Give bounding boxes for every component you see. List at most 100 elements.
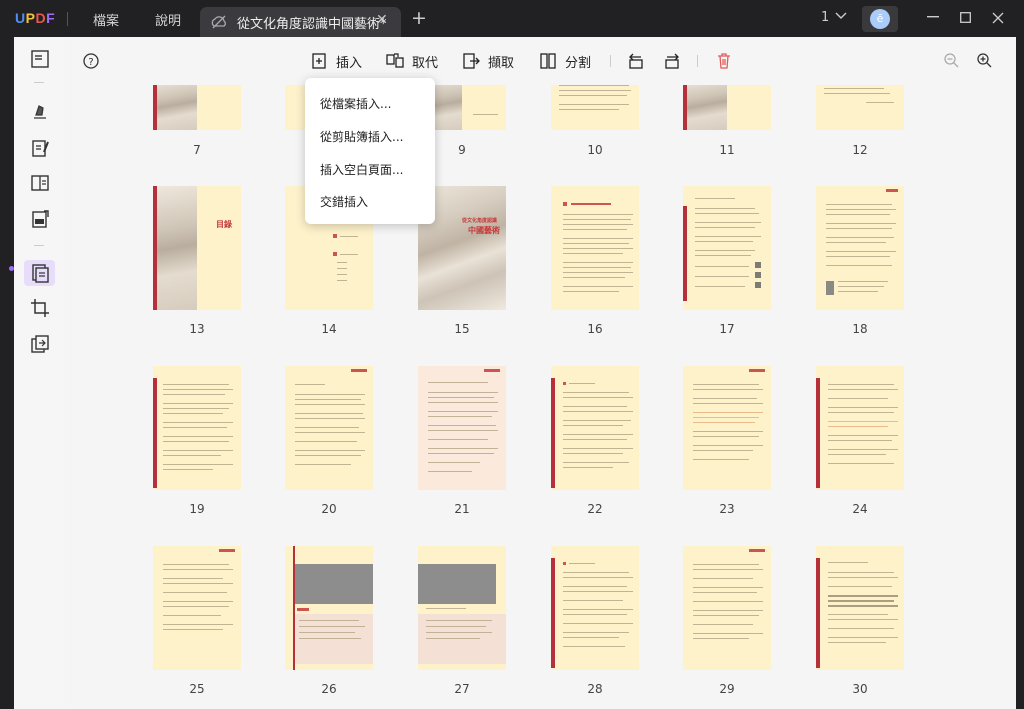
page-number: 11 — [719, 143, 735, 157]
new-tab-button[interactable]: + — [411, 7, 427, 29]
page-number: 23 — [719, 502, 735, 516]
toolbar-divider — [34, 245, 44, 246]
tab-close-icon[interactable]: ✕ — [376, 12, 388, 28]
window-edge — [1016, 37, 1024, 709]
delete-icon[interactable] — [716, 52, 732, 70]
image-placeholder — [295, 564, 373, 604]
help-icon[interactable]: ? — [83, 53, 99, 69]
page-number: 26 — [321, 682, 337, 696]
page-thumbnail[interactable] — [418, 546, 506, 670]
replace-page-icon — [386, 53, 404, 68]
chevron-down-icon — [835, 12, 847, 19]
page-number: 16 — [587, 322, 603, 336]
highlighter-icon[interactable] — [30, 101, 50, 121]
insert-from-clipboard[interactable]: 從剪貼簿插入... — [320, 128, 403, 145]
page-thumbnail[interactable] — [551, 186, 639, 310]
rotate-right-icon[interactable] — [663, 52, 681, 70]
page-number: 14 — [321, 322, 337, 336]
page-grid-area: 7 9 10 11 12 目錄 從文化角度認識 中國藝術 13 14 15 16 … — [65, 37, 1016, 709]
insert-dropdown-menu: 從檔案插入... 從剪貼簿插入... 插入空白頁面... 交錯插入 — [305, 78, 435, 224]
rotate-left-icon[interactable] — [627, 52, 645, 70]
close-window-icon[interactable] — [992, 12, 1004, 24]
page-thumbnail[interactable] — [816, 80, 904, 130]
page-thumbnail[interactable] — [816, 366, 904, 490]
crop-icon[interactable] — [30, 298, 50, 318]
page-thumbnail[interactable] — [816, 546, 904, 670]
replace-label: 取代 — [412, 55, 439, 71]
zoom-out-icon[interactable] — [943, 52, 959, 68]
account-button[interactable]: ē — [862, 6, 898, 32]
tab-title: 從文化角度認識中國藝術* — [237, 17, 387, 32]
toolbar-divider — [697, 55, 698, 67]
split-page-icon — [540, 53, 556, 69]
page-thumbnail[interactable] — [153, 80, 241, 130]
page-number: 24 — [852, 502, 868, 516]
document-tab[interactable]: 從文化角度認識中國藝術* ✕ — [200, 7, 401, 37]
form-icon[interactable] — [30, 173, 50, 193]
page-thumbnail[interactable] — [683, 366, 771, 490]
insert-button[interactable]: 插入 — [310, 51, 362, 71]
avatar: ē — [870, 9, 890, 29]
page-number: 29 — [719, 682, 735, 696]
insert-label: 插入 — [336, 55, 363, 71]
page-number: 30 — [852, 682, 868, 696]
page-thumbnail[interactable] — [683, 186, 771, 310]
page-number: 28 — [587, 682, 603, 696]
page-number: 18 — [852, 322, 868, 336]
cover-title: 中國藝術 — [468, 226, 500, 235]
replace-button[interactable]: 取代 — [386, 51, 438, 71]
page-thumbnail[interactable] — [683, 546, 771, 670]
page-thumbnail[interactable] — [551, 366, 639, 490]
cover-subtitle: 從文化角度認識 — [462, 218, 498, 224]
page-number: 27 — [454, 682, 470, 696]
page-toolbar: ? 插入 取代 擷取 分割 — [65, 37, 1016, 85]
insert-blank-page[interactable]: 插入空白頁面... — [320, 161, 403, 178]
maximize-icon[interactable] — [960, 12, 971, 23]
page-number: 17 — [719, 322, 735, 336]
edit-text-icon[interactable] — [30, 138, 50, 158]
reader-icon[interactable] — [30, 49, 50, 69]
page-number: 21 — [454, 502, 470, 516]
zoom-in-icon[interactable] — [976, 52, 992, 68]
text-area — [295, 614, 373, 664]
page-thumbnail[interactable] — [285, 546, 373, 670]
svg-text:?: ? — [88, 57, 93, 68]
page-number: 19 — [189, 502, 205, 516]
page-thumbnail[interactable] — [418, 366, 506, 490]
page-thumbnail[interactable] — [683, 80, 771, 130]
active-indicator — [9, 266, 14, 271]
page-number: 22 — [587, 502, 603, 516]
interleave-insert[interactable]: 交錯插入 — [320, 193, 368, 210]
page-thumbnail[interactable] — [816, 186, 904, 310]
cloud-off-icon — [211, 15, 226, 29]
page-thumbnail[interactable] — [153, 546, 241, 670]
title-bar: UPDF 檔案 說明 從文化角度認識中國藝術* ✕ + 1 ē — [0, 0, 1024, 37]
page-thumbnail[interactable] — [153, 366, 241, 490]
toolbar-divider — [610, 55, 611, 67]
title-divider — [67, 12, 68, 26]
page-number: 15 — [454, 322, 470, 336]
page-count-value: 1 — [821, 10, 830, 25]
extract-page-icon — [463, 53, 480, 69]
menu-file[interactable]: 檔案 — [93, 10, 119, 29]
toolbar-divider — [34, 82, 44, 83]
page-number: 10 — [587, 143, 603, 157]
page-thumbnail[interactable]: 目錄 — [153, 186, 241, 310]
page-number: 7 — [193, 143, 201, 157]
page-thumbnail[interactable] — [285, 366, 373, 490]
page-thumbnail[interactable] — [551, 546, 639, 670]
insert-page-icon — [312, 53, 326, 69]
convert-icon[interactable] — [30, 334, 50, 354]
minimize-icon[interactable] — [927, 16, 939, 18]
split-button[interactable]: 分割 — [539, 51, 591, 71]
menu-help[interactable]: 說明 — [155, 10, 181, 29]
insert-from-file[interactable]: 從檔案插入... — [320, 95, 391, 112]
image-placeholder — [418, 564, 496, 604]
page-number: 25 — [189, 682, 205, 696]
page-thumbnail[interactable] — [551, 80, 639, 130]
redact-icon[interactable] — [30, 209, 50, 229]
app-logo: UPDF — [15, 10, 56, 26]
organize-pages-icon[interactable] — [30, 263, 50, 283]
extract-button[interactable]: 擷取 — [462, 51, 514, 71]
page-count-dropdown[interactable]: 1 — [821, 10, 847, 25]
